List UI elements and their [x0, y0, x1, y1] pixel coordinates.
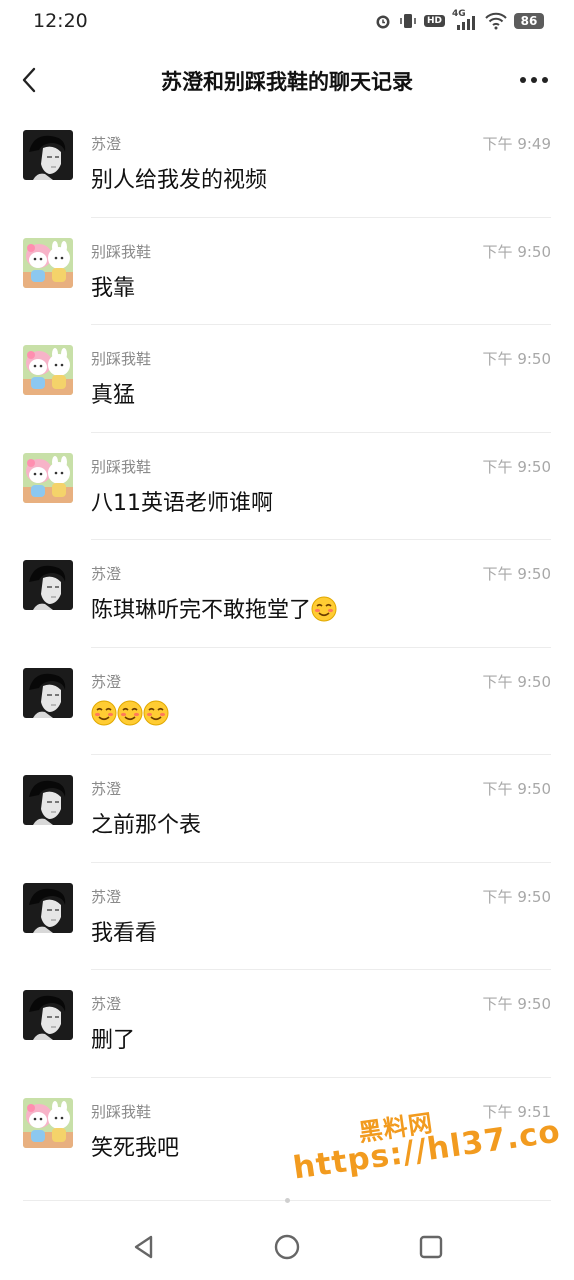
avatar[interactable] — [23, 560, 73, 610]
wifi-icon — [485, 12, 507, 30]
message-text — [91, 700, 169, 727]
message-text-content: 笑死我吧 — [91, 1135, 180, 1161]
alarm-icon — [376, 15, 390, 29]
system-nav-bar — [0, 1220, 574, 1280]
message-item[interactable]: 苏澄 下午 9:49 别人给我发的视频 — [0, 110, 574, 218]
message-item[interactable]: 苏澄 下午 9:50 删了 — [0, 970, 574, 1078]
message-time: 下午 9:50 — [482, 995, 551, 1013]
message-text: 陈琪琳听完不敢拖堂了 — [91, 592, 337, 624]
message-time: 下午 9:50 — [482, 780, 551, 798]
message-time: 下午 9:49 — [482, 135, 551, 153]
avatar[interactable] — [23, 130, 73, 180]
message-time: 下午 9:50 — [482, 242, 551, 261]
message-text: 笑死我吧 — [91, 1130, 179, 1162]
battery-indicator: 86 — [514, 13, 544, 29]
message-text-content: 八11英语老师谁啊 — [91, 490, 273, 516]
more-options-icon[interactable] — [518, 68, 550, 92]
message-item[interactable]: 别踩我鞋 下午 9:50 我靠 — [0, 218, 574, 325]
message-text-content: 之前那个表 — [91, 813, 202, 838]
nav-recents-icon[interactable] — [416, 1232, 446, 1262]
flushed-smile-emoji-icon — [143, 700, 169, 725]
message-text: 八11英语老师谁啊 — [91, 485, 273, 517]
hd-icon: HD — [423, 15, 445, 27]
scroll-indicator-dot — [285, 1198, 290, 1203]
message-text-content: 删了 — [91, 1028, 136, 1053]
nav-home-icon[interactable] — [272, 1232, 302, 1262]
sender-name: 苏澄 — [91, 780, 122, 798]
avatar[interactable] — [23, 775, 73, 825]
avatar[interactable] — [23, 452, 73, 503]
vibrate-icon — [400, 14, 416, 28]
message-text-content: 别人给我发的视频 — [91, 168, 268, 193]
sender-name: 苏澄 — [91, 887, 122, 906]
sender-name: 苏澄 — [91, 995, 122, 1013]
sender-name: 苏澄 — [91, 565, 122, 583]
avatar[interactable] — [23, 667, 73, 718]
sender-name: 苏澄 — [91, 135, 122, 153]
flushed-smile-emoji-icon — [91, 700, 117, 725]
message-text: 删了 — [91, 1022, 135, 1054]
message-list[interactable]: 苏澄 下午 9:49 别人给我发的视频 别踩我鞋 下午 9:50 我靠 别踩我鞋 下午 9:5… — [0, 110, 574, 1185]
message-item[interactable]: 别踩我鞋 下午 9:50 真猛 — [0, 325, 574, 433]
page-title: 苏澄和别踩我鞋的聊天记录 — [161, 70, 413, 94]
message-item[interactable]: 苏澄 下午 9:50 — [0, 648, 574, 755]
message-item[interactable]: 苏澄 下午 9:50 我看看 — [0, 863, 574, 970]
message-text: 别人给我发的视频 — [91, 162, 267, 194]
sender-name: 苏澄 — [91, 672, 122, 691]
message-time: 下午 9:50 — [482, 350, 551, 368]
sender-name: 别踩我鞋 — [91, 242, 152, 261]
message-time: 下午 9:50 — [482, 887, 551, 906]
avatar[interactable] — [23, 345, 73, 395]
signal-icon: 4G — [452, 9, 478, 30]
message-text-content: 我靠 — [91, 275, 136, 301]
status-bar: 12:20 HD 4G 86 — [0, 0, 574, 44]
message-text-content: 陈琪琳听完不敢拖堂了 — [91, 598, 312, 623]
avatar[interactable] — [23, 237, 73, 288]
message-time: 下午 9:50 — [482, 457, 551, 476]
avatar[interactable] — [23, 882, 73, 933]
sender-name: 别踩我鞋 — [91, 350, 152, 368]
message-text-content: 我看看 — [91, 920, 158, 946]
message-time: 下午 9:50 — [482, 565, 551, 583]
message-item[interactable]: 苏澄 下午 9:50 之前那个表 — [0, 755, 574, 863]
sender-name: 别踩我鞋 — [91, 1102, 152, 1121]
status-time: 12:20 — [33, 10, 88, 32]
status-icons: HD 4G 86 — [374, 9, 544, 30]
message-text: 之前那个表 — [91, 807, 201, 839]
nav-back-icon[interactable] — [129, 1232, 159, 1262]
avatar[interactable] — [23, 990, 73, 1040]
message-text-content: 真猛 — [91, 383, 136, 408]
message-item[interactable]: 别踩我鞋 下午 9:50 八11英语老师谁啊 — [0, 433, 574, 540]
message-time: 下午 9:50 — [482, 672, 551, 691]
sender-name: 别踩我鞋 — [91, 457, 152, 476]
message-text: 我靠 — [91, 270, 135, 302]
flushed-smile-emoji-icon — [311, 596, 337, 622]
message-text: 真猛 — [91, 377, 135, 409]
avatar[interactable] — [23, 1097, 73, 1148]
message-item[interactable]: 苏澄 下午 9:50 陈琪琳听完不敢拖堂了 — [0, 540, 574, 648]
flushed-smile-emoji-icon — [117, 700, 143, 725]
message-text: 我看看 — [91, 915, 157, 947]
chat-header: 苏澄和别踩我鞋的聊天记录 — [0, 52, 574, 110]
